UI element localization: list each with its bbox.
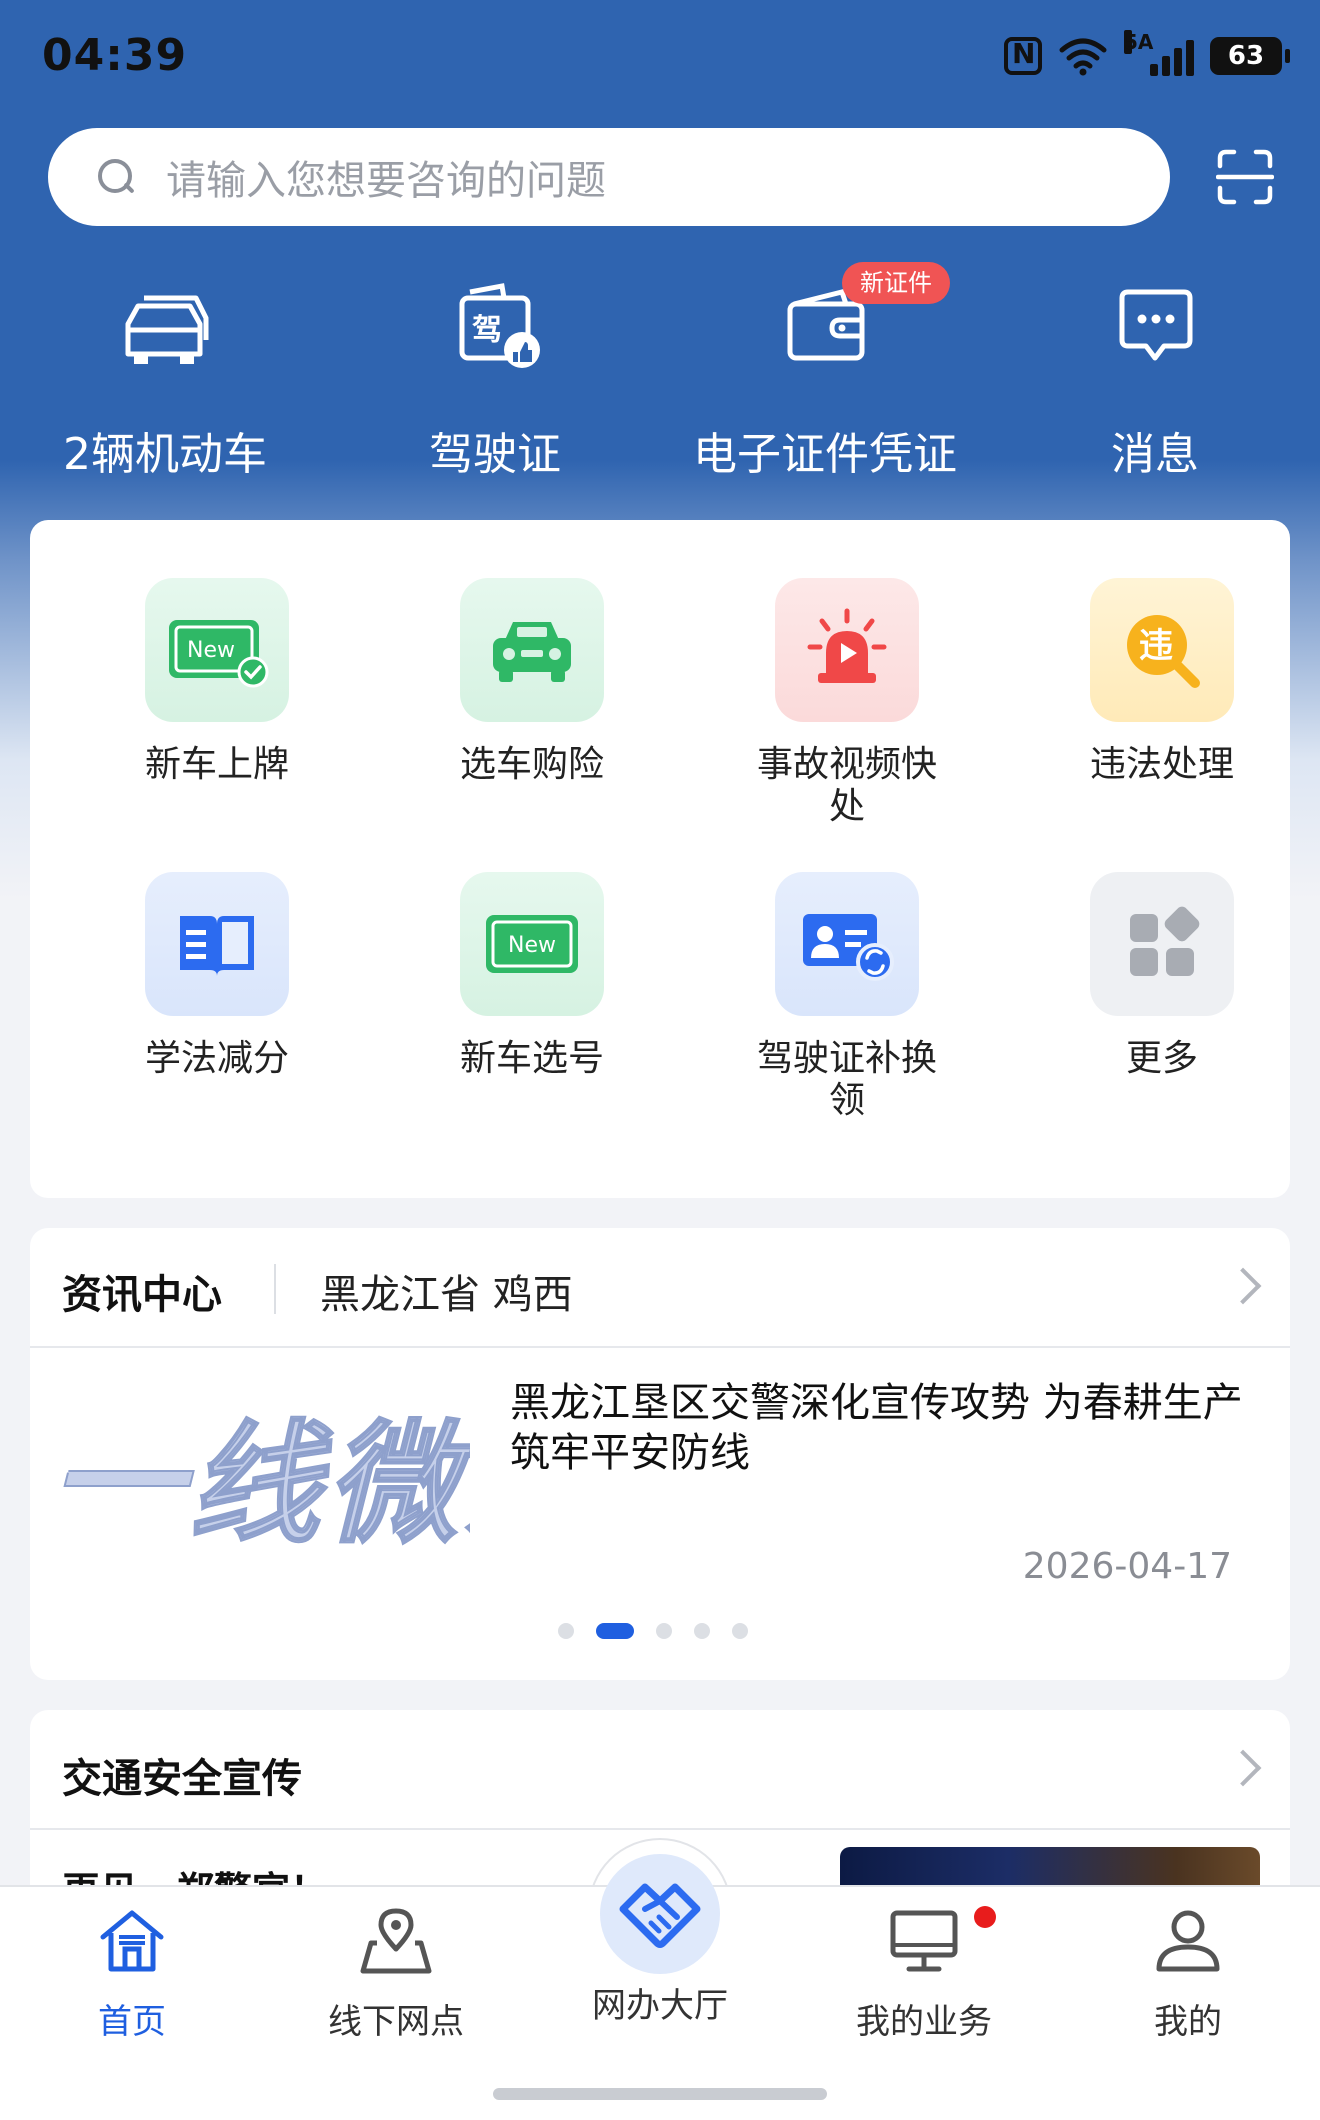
more-grid-icon [1130,906,1200,976]
quick-item-e-certificate[interactable]: 电子证件凭证 [660,270,990,482]
nav-label: 我的业务 [856,2002,992,2042]
quick-access-row: 2辆机动车 驾 驾驶证 电子证件凭证 消息 [0,270,1320,480]
plate-number-icon: New [486,915,578,973]
monitor-icon [890,1910,958,1972]
service-label: 学法减分 [144,1038,289,1079]
nav-offline-outlets[interactable]: 线下网点 [296,1900,496,2043]
svg-text:New: New [187,638,235,663]
chevron-right-icon [1224,1749,1262,1787]
quick-item-messages[interactable]: 消息 [990,270,1320,482]
car-insurance-icon [493,622,571,682]
license-renew-icon [803,914,894,981]
home-icon [100,1910,164,1972]
scan-icon[interactable] [1216,148,1274,206]
status-bar: 04:39 5A 63 [0,0,1320,110]
carousel-dot-active [596,1623,634,1639]
quick-label: 2辆机动车 [63,429,267,480]
notification-dot [974,1906,996,1928]
network-type: 5A [1124,30,1154,54]
new-plate-icon: New [169,620,269,688]
news-header[interactable]: 资讯中心 黑龙江省 鸡西 [30,1228,1290,1348]
svg-text:New: New [508,933,556,958]
map-pin-icon [360,1908,432,1974]
home-indicator[interactable] [493,2088,827,2100]
quick-label: 驾驶证 [429,429,561,480]
news-location: 黑龙江省 鸡西 [320,1272,573,1318]
carousel-dot [656,1623,672,1639]
news-headline[interactable]: 黑龙江垦区交警深化宣传攻势 为春耕生产筑牢平安防线 [510,1378,1250,1478]
nav-label: 首页 [98,2002,166,2042]
service-grid-card: New 新车上牌 选车购险 事故视频快处 违 违法处理 学法减分 New 新车选… [30,520,1290,1198]
service-label: 新车上牌 [144,744,289,785]
divider [274,1264,276,1314]
safety-header[interactable]: 交通安全宣传 [30,1710,1290,1830]
alarm-video-icon [807,608,887,683]
book-icon [180,916,254,976]
quick-item-license[interactable]: 驾 驾驶证 [330,270,660,482]
search-input[interactable]: 请输入您想要咨询的问题 [48,128,1170,226]
search-placeholder: 请输入您想要咨询的问题 [166,158,606,204]
center-nav-button[interactable] [600,1854,720,1974]
nav-me[interactable]: 我的 [1088,1900,1288,2043]
user-icon [1156,1910,1220,1972]
nav-label: 网办大厅 [592,1986,728,2026]
carousel-dot [694,1623,710,1639]
service-violation[interactable]: 违 违法处理 [1062,578,1262,786]
news-center-card: 资讯中心 黑龙江省 鸡西 一线微观 黑龙江垦区交警深化宣传攻势 为春耕生产筑牢平… [30,1228,1290,1680]
service-accident-video[interactable]: 事故视频快处 [747,578,947,828]
nav-label: 我的 [1154,2002,1222,2042]
chevron-right-icon [1224,1267,1262,1305]
quick-label: 电子证件凭证 [693,429,957,480]
violation-icon: 违 [1127,615,1200,688]
safety-title: 交通安全宣传 [62,1756,302,1802]
quick-label: 消息 [1111,429,1199,480]
service-label: 驾驶证补换领 [756,1038,937,1121]
news-title: 资讯中心 [62,1272,222,1318]
service-label: 事故视频快处 [756,744,937,827]
service-plate-selection[interactable]: New 新车选号 [432,872,632,1080]
service-new-car-plate[interactable]: New 新车上牌 [117,578,317,786]
battery-level: 63 [1227,41,1265,71]
message-icon [1119,289,1193,361]
news-date: 2026-04-17 [1022,1546,1232,1587]
service-study-points[interactable]: 学法减分 [117,872,317,1080]
news-thumbnail[interactable]: 一线微观 [50,1378,470,1548]
nav-online-hall[interactable]: 网办大厅 [560,1978,760,2027]
service-car-insurance[interactable]: 选车购险 [432,578,632,786]
carousel-indicator [558,1623,748,1639]
violation-icon-text: 违 [1139,626,1173,666]
carousel-dot [558,1623,574,1639]
status-time: 04:39 [42,30,188,81]
new-certificate-badge: 新证件 [842,262,950,304]
battery-icon: 63 [1210,37,1290,75]
status-icons: 5A 63 [1004,30,1290,76]
handshake-icon [619,1883,701,1948]
service-label: 新车选号 [459,1038,604,1079]
service-label: 更多 [1125,1038,1198,1079]
service-license-renewal[interactable]: 驾驶证补换领 [747,872,947,1122]
wifi-icon [1059,38,1107,76]
service-label: 违法处理 [1089,744,1234,785]
license-icon: 驾 [459,283,540,368]
service-more[interactable]: 更多 [1062,872,1262,1080]
service-label: 选车购险 [459,744,604,785]
signal-icon: 5A [1124,30,1194,76]
news-thumbnail-text: 一线微观 [50,1406,470,1548]
quick-item-vehicles[interactable]: 2辆机动车 [0,270,330,482]
nav-home[interactable]: 首页 [32,1900,232,2043]
svg-text:驾: 驾 [472,313,502,348]
car-icon [125,295,209,364]
nav-label: 线下网点 [328,2002,464,2042]
search-icon [96,157,136,197]
carousel-dot [732,1623,748,1639]
nfc-icon [1004,37,1042,75]
